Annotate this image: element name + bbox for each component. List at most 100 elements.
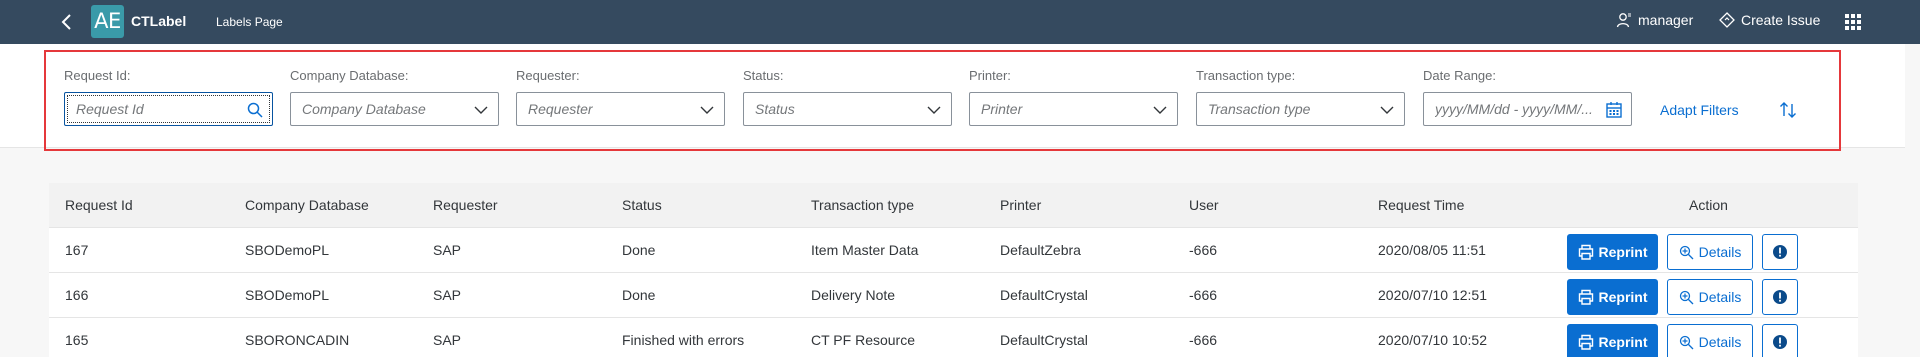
cell-transaction-type: CT PF Resource xyxy=(811,332,915,348)
details-button[interactable]: Details xyxy=(1667,279,1753,315)
cell-printer: DefaultCrystal xyxy=(1000,332,1088,348)
info-button[interactable] xyxy=(1762,279,1798,315)
filter-label: Requester: xyxy=(516,68,580,83)
cell-printer: DefaultCrystal xyxy=(1000,287,1088,303)
request-id-field[interactable] xyxy=(64,92,273,126)
exclamation-icon xyxy=(1773,335,1787,349)
filter-request-id: Request Id: xyxy=(64,68,273,126)
column-header[interactable]: Request Time xyxy=(1378,183,1464,228)
column-header[interactable]: Printer xyxy=(1000,183,1041,228)
cell-user: -666 xyxy=(1189,332,1218,348)
company-database-select[interactable] xyxy=(290,92,499,126)
create-issue-label: Create Issue xyxy=(1741,12,1821,28)
printer-select[interactable] xyxy=(969,92,1178,126)
filter-label: Company Database: xyxy=(290,68,409,83)
filter-transaction-type: Transaction type: xyxy=(1196,68,1405,126)
chevron-down-icon[interactable] xyxy=(1378,101,1396,119)
cell-status: Done xyxy=(622,242,656,258)
cell-requester: SAP xyxy=(433,242,462,258)
column-header[interactable]: Transaction type xyxy=(811,183,914,228)
details-button[interactable]: Details xyxy=(1667,324,1753,357)
reprint-button[interactable]: Reprint xyxy=(1567,234,1658,270)
chevron-down-icon[interactable] xyxy=(925,101,943,119)
info-button[interactable] xyxy=(1762,324,1798,357)
cell-request-id: 166 xyxy=(65,287,89,303)
cell-printer: DefaultZebra xyxy=(1000,242,1081,258)
status-input[interactable] xyxy=(744,93,919,125)
reprint-label: Reprint xyxy=(1598,244,1648,260)
cell-company-database: SBORONCADIN xyxy=(245,332,350,348)
company-database-input[interactable] xyxy=(291,93,466,125)
printer-icon xyxy=(1578,334,1593,350)
filter-label: Printer: xyxy=(969,68,1011,83)
filter-printer: Printer: xyxy=(969,68,1178,126)
date-range-picker[interactable] xyxy=(1423,92,1632,126)
transaction-type-input[interactable] xyxy=(1197,93,1372,125)
transaction-type-select[interactable] xyxy=(1196,92,1405,126)
column-header[interactable]: Status xyxy=(622,183,662,228)
column-header[interactable]: Request Id xyxy=(65,183,133,228)
table-row[interactable]: 165 SBORONCADIN SAP Finished with errors… xyxy=(49,318,1858,357)
filter-company-database: Company Database: xyxy=(290,68,499,126)
row-actions: Reprint Details xyxy=(1567,324,1798,357)
requests-table: Request Id Company Database Requester St… xyxy=(49,183,1858,357)
table-row[interactable]: 167 SBODemoPL SAP Done Item Master Data … xyxy=(49,228,1858,273)
cell-requester: SAP xyxy=(433,287,462,303)
reprint-button[interactable]: Reprint xyxy=(1567,324,1658,357)
column-header[interactable]: Company Database xyxy=(245,183,369,228)
cell-transaction-type: Item Master Data xyxy=(811,242,919,258)
sort-icon[interactable] xyxy=(1778,100,1798,120)
cell-status: Done xyxy=(622,287,656,303)
adapt-filters-link[interactable]: Adapt Filters xyxy=(1660,102,1739,118)
status-select[interactable] xyxy=(743,92,952,126)
chevron-down-icon[interactable] xyxy=(1151,101,1169,119)
requester-input[interactable] xyxy=(517,93,692,125)
cell-user: -666 xyxy=(1189,242,1218,258)
details-label: Details xyxy=(1698,334,1742,350)
info-button[interactable] xyxy=(1762,234,1798,270)
exclamation-icon xyxy=(1773,245,1787,259)
printer-icon xyxy=(1578,289,1593,305)
details-button[interactable]: Details xyxy=(1667,234,1753,270)
user-menu[interactable]: manager xyxy=(1616,12,1693,28)
cell-request-time: 2020/07/10 12:51 xyxy=(1378,287,1487,303)
column-header[interactable]: Action xyxy=(1689,183,1728,228)
user-name: manager xyxy=(1638,12,1694,28)
filter-label: Request Id: xyxy=(64,68,131,83)
details-label: Details xyxy=(1698,244,1742,260)
details-label: Details xyxy=(1698,289,1742,305)
chevron-down-icon[interactable] xyxy=(698,101,716,119)
user-icon xyxy=(1616,13,1631,28)
chevron-down-icon[interactable] xyxy=(472,101,490,119)
cell-user: -666 xyxy=(1189,287,1218,303)
printer-input[interactable] xyxy=(970,93,1145,125)
column-header[interactable]: User xyxy=(1189,183,1219,228)
cell-company-database: SBODemoPL xyxy=(245,287,330,303)
request-id-input[interactable] xyxy=(65,93,240,125)
date-range-input[interactable] xyxy=(1424,93,1599,125)
filter-label: Status: xyxy=(743,68,784,83)
app-logo[interactable]: AE xyxy=(91,5,124,38)
filter-requester: Requester: xyxy=(516,68,725,126)
create-issue-button[interactable]: Create Issue xyxy=(1719,12,1820,28)
reprint-button[interactable]: Reprint xyxy=(1567,279,1658,315)
exclamation-icon xyxy=(1773,290,1787,304)
table-row[interactable]: 166 SBODemoPL SAP Done Delivery Note Def… xyxy=(49,273,1858,318)
page-subtitle: Labels Page xyxy=(216,15,283,29)
cell-requester: SAP xyxy=(433,332,462,348)
app-grid-icon[interactable] xyxy=(1845,14,1861,30)
column-header[interactable]: Requester xyxy=(433,183,498,228)
filter-date-range: Date Range: xyxy=(1423,68,1632,126)
requester-select[interactable] xyxy=(516,92,725,126)
zoom-in-icon xyxy=(1679,335,1694,349)
shell-bar: AE CTLabel Labels Page manager Create Is… xyxy=(0,0,1920,44)
back-arrow-icon[interactable] xyxy=(56,11,78,33)
diamond-icon xyxy=(1719,12,1735,28)
search-icon[interactable] xyxy=(246,101,264,119)
reprint-label: Reprint xyxy=(1598,289,1648,305)
filter-label: Transaction type: xyxy=(1196,68,1296,83)
calendar-icon[interactable] xyxy=(1605,101,1623,119)
cell-status: Finished with errors xyxy=(622,332,745,348)
cell-request-time: 2020/07/10 10:52 xyxy=(1378,332,1487,348)
filter-label: Date Range: xyxy=(1423,68,1496,83)
